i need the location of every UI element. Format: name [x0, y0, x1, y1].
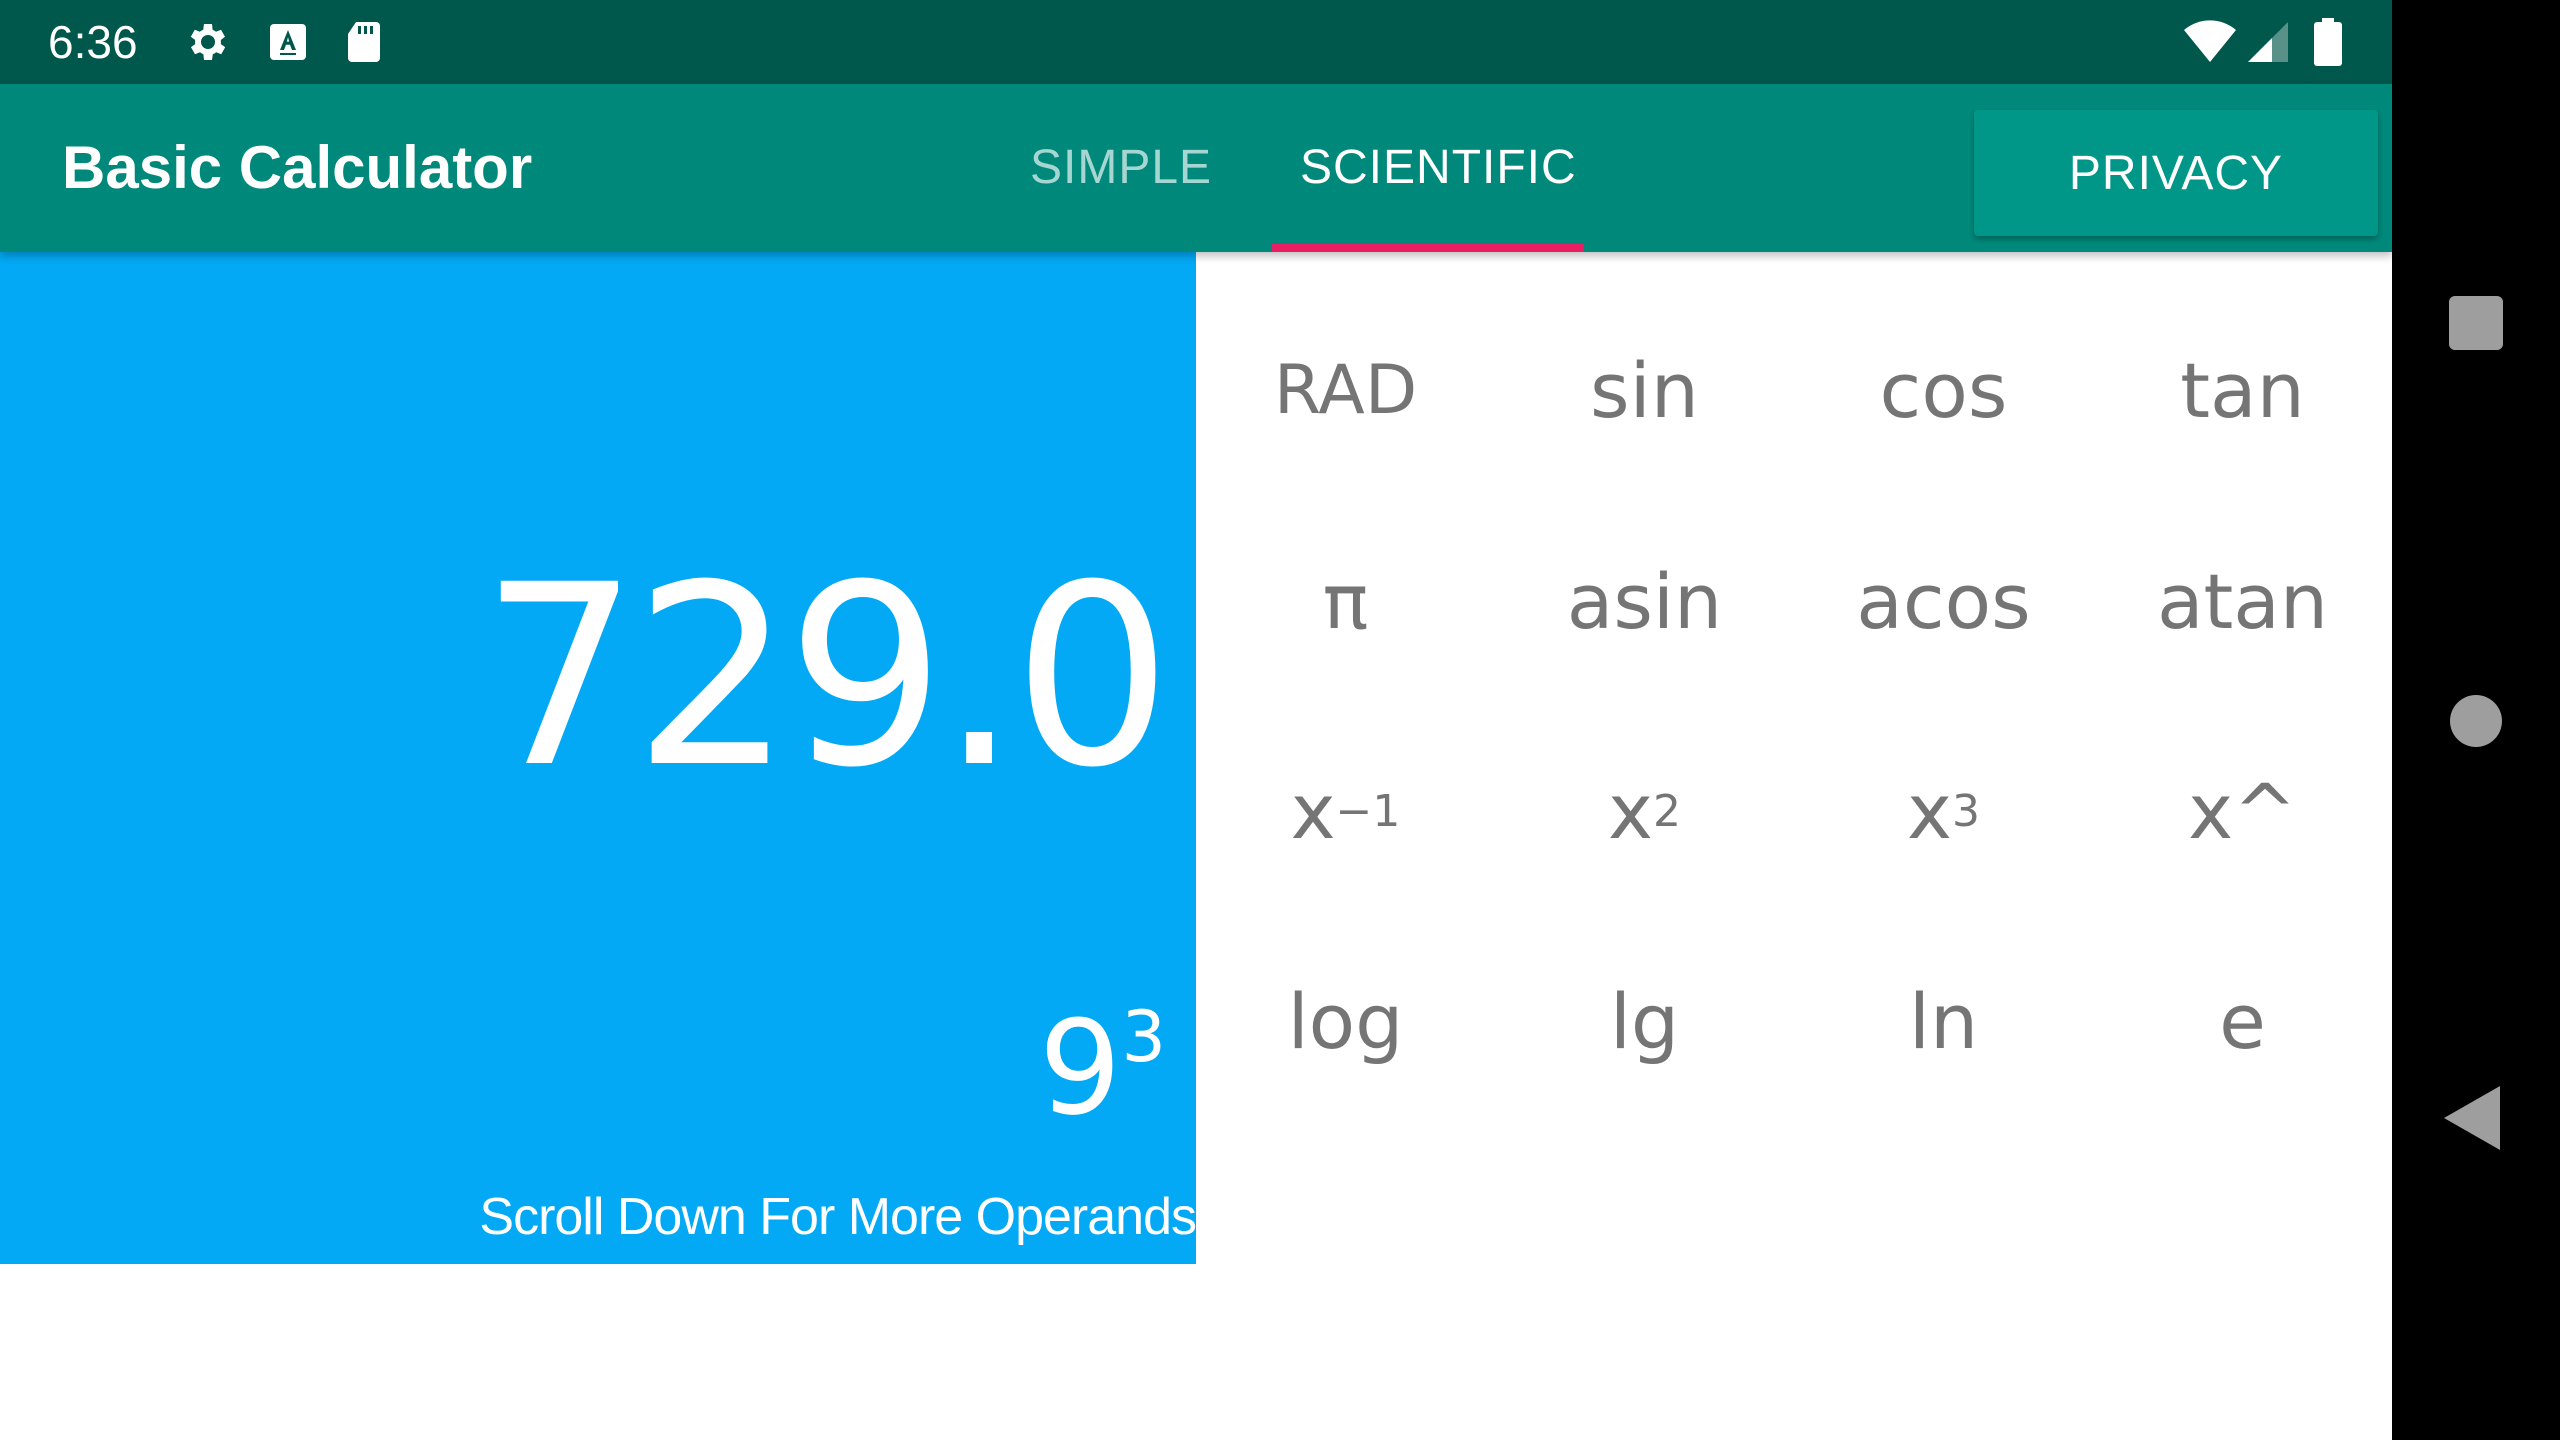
- app-title: Basic Calculator: [62, 134, 533, 201]
- key-inverse-base: x: [1290, 766, 1336, 856]
- tab-scientific[interactable]: SCIENTIFIC: [1300, 138, 1577, 198]
- status-time: 6:36: [48, 16, 138, 68]
- key-lg[interactable]: lg: [1495, 916, 1794, 1126]
- privacy-button[interactable]: PRIVACY: [1974, 110, 2378, 236]
- key-asin[interactable]: asin: [1495, 496, 1794, 706]
- key-sin[interactable]: sin: [1495, 285, 1794, 495]
- key-square[interactable]: x2: [1495, 706, 1794, 916]
- key-cube[interactable]: x3: [1794, 706, 2093, 916]
- sd-card-icon: [340, 18, 388, 66]
- tab-selected-indicator: [1272, 244, 1584, 252]
- key-square-base: x: [1608, 766, 1653, 856]
- key-cube-sup: 3: [1951, 785, 1980, 837]
- font-a-icon: [264, 18, 312, 66]
- scroll-hint: Scroll Down For More Operands: [479, 1188, 1197, 1246]
- key-acos[interactable]: acos: [1794, 496, 2093, 706]
- wifi-icon: [2184, 18, 2236, 66]
- calculator-display: 729.0 93 Scroll Down For More Operands: [0, 252, 1197, 1264]
- navigation-bar: [2392, 0, 2560, 1440]
- key-cos[interactable]: cos: [1794, 285, 2093, 495]
- scientific-keypad: 0 . = RAD sin cos tan π asin acos atan x…: [1196, 141, 2392, 1264]
- settings-gear-icon: [184, 18, 232, 66]
- key-log[interactable]: log: [1196, 916, 1495, 1126]
- expression-exponent: 3: [1121, 996, 1166, 1078]
- expression-base: 9: [1038, 992, 1122, 1144]
- key-power-base: x^: [2188, 766, 2297, 856]
- recents-square-icon[interactable]: [2449, 296, 2503, 350]
- key-pi[interactable]: π: [1196, 496, 1495, 706]
- key-power[interactable]: x^: [2093, 706, 2392, 916]
- app-screen: 6:36 Basic Calculator SIMPLE SCIENTIFIC …: [0, 0, 2392, 1440]
- app-bar: Basic Calculator SIMPLE SCIENTIFIC PRIVA…: [0, 84, 2392, 252]
- key-ln[interactable]: ln: [1794, 916, 2093, 1126]
- key-e[interactable]: e: [2093, 916, 2392, 1126]
- signal-icon: [2244, 18, 2292, 66]
- back-triangle-icon[interactable]: [2444, 1086, 2500, 1150]
- key-cube-base: x: [1907, 766, 1952, 856]
- key-square-sup: 2: [1652, 785, 1681, 837]
- key-rad[interactable]: RAD: [1196, 285, 1495, 495]
- result-value: 729.0: [480, 531, 1172, 822]
- key-tan[interactable]: tan: [2093, 285, 2392, 495]
- status-bar: 6:36: [0, 0, 2392, 84]
- key-inverse-sup: −1: [1335, 785, 1401, 837]
- key-inverse[interactable]: x −1: [1196, 706, 1495, 916]
- expression: 93: [1039, 972, 1166, 1133]
- tab-simple[interactable]: SIMPLE: [1030, 138, 1212, 198]
- battery-icon: [2312, 18, 2344, 66]
- home-circle-icon[interactable]: [2450, 695, 2502, 747]
- key-atan[interactable]: atan: [2093, 496, 2392, 706]
